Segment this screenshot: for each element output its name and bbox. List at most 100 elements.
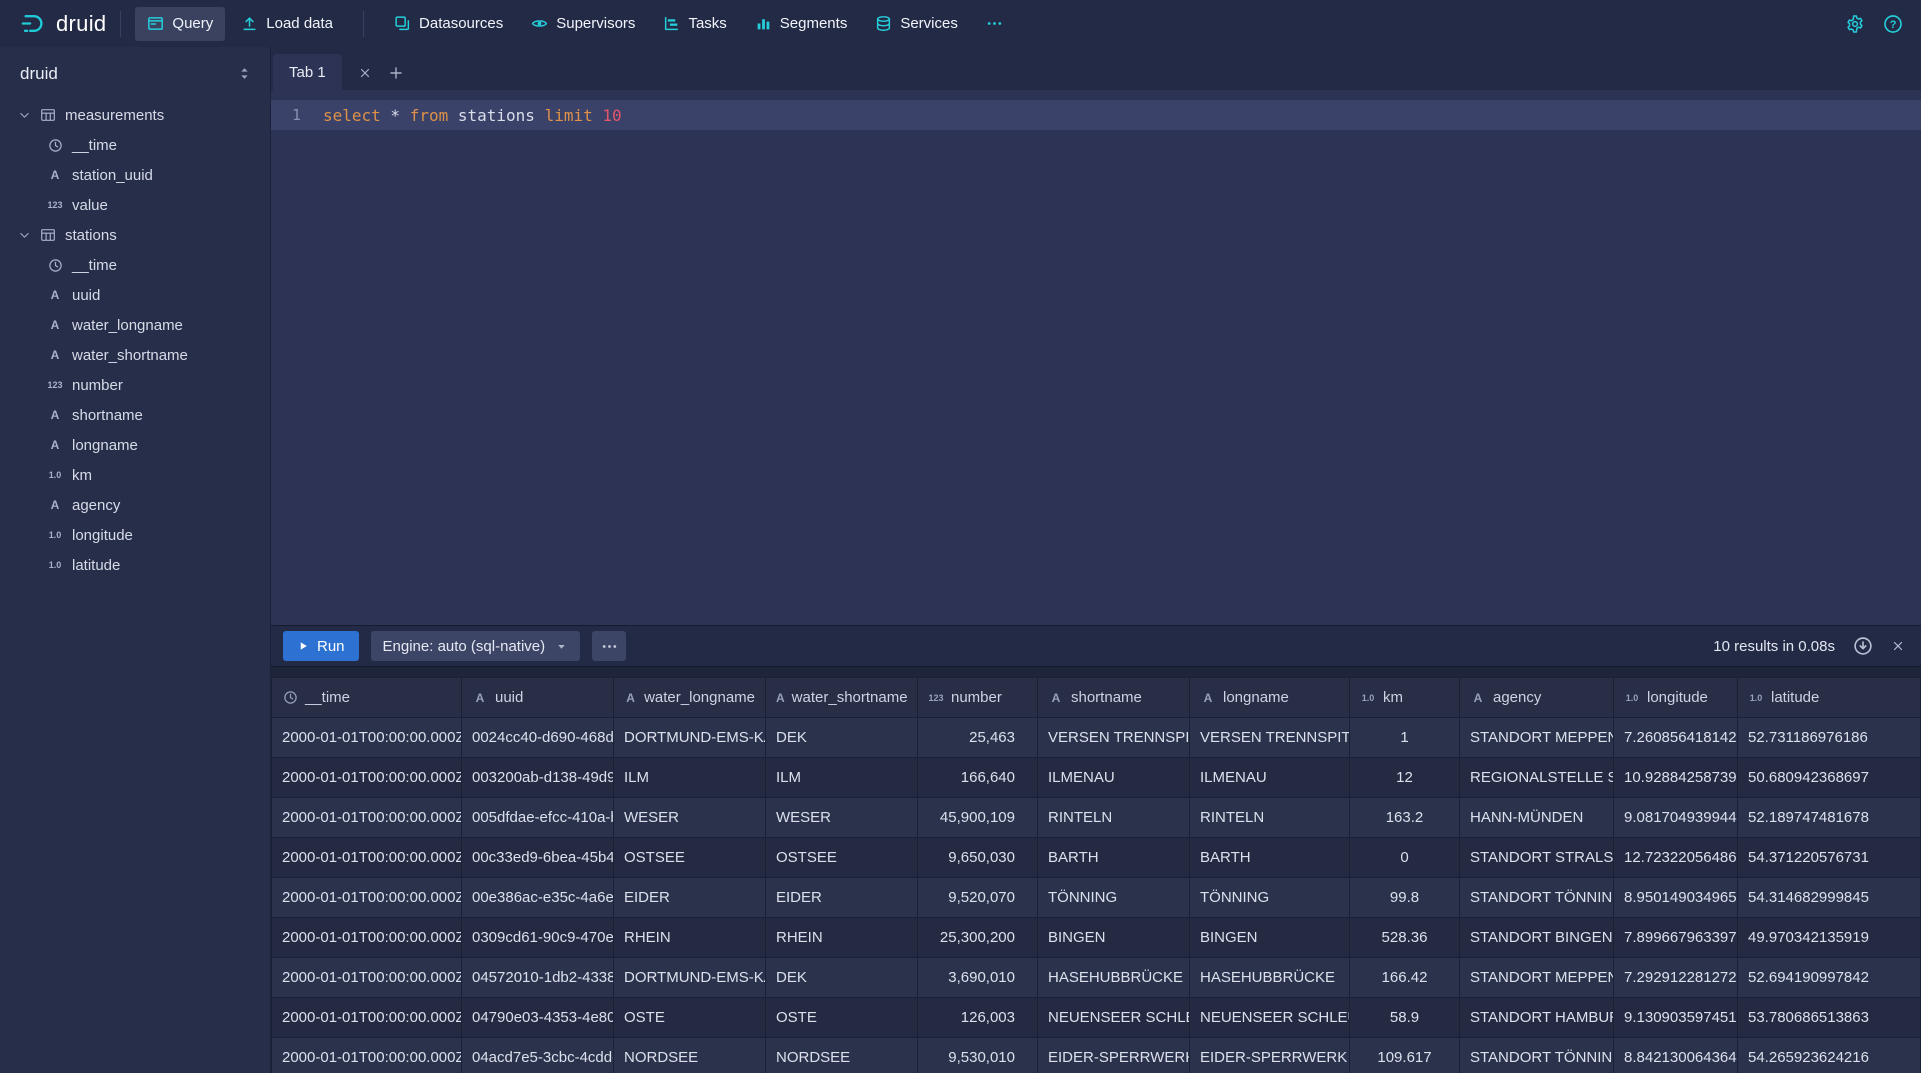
result-cell[interactable]: 10.928842587394 <box>1614 758 1738 798</box>
result-cell[interactable]: ILM <box>766 758 918 798</box>
tree-column-uuid[interactable]: Auuid <box>0 280 270 310</box>
tree-column--time[interactable]: __time <box>0 250 270 280</box>
nav-item-supervisors[interactable]: Supervisors <box>519 7 647 41</box>
sort-tables-icon[interactable] <box>237 66 252 81</box>
result-cell[interactable]: 8.8421300643646 <box>1614 1038 1738 1073</box>
result-cell[interactable]: 00e386ac-e35c-4a6e- <box>462 878 614 918</box>
result-cell[interactable]: 109.617 <box>1350 1038 1460 1073</box>
result-cell[interactable]: NEUENSEER SCHLEUSE <box>1038 998 1190 1038</box>
result-cell[interactable]: ILM <box>614 758 766 798</box>
result-cell[interactable]: RHEIN <box>766 918 918 958</box>
result-cell[interactable]: 166,640 <box>918 758 1038 798</box>
nav-item-datasources[interactable]: Datasources <box>382 7 515 41</box>
result-cell[interactable]: 12 <box>1350 758 1460 798</box>
result-cell[interactable]: 54.314682999845 <box>1738 878 1921 918</box>
result-cell[interactable]: 9,530,010 <box>918 1038 1038 1073</box>
result-cell[interactable]: 25,300,200 <box>918 918 1038 958</box>
result-cell[interactable]: HASEHUBBRÜCKE <box>1038 958 1190 998</box>
nav-item-segments[interactable]: Segments <box>743 7 860 41</box>
result-cell[interactable]: DORTMUND-EMS-KANAL <box>614 958 766 998</box>
column-header-number[interactable]: 123number <box>918 678 1038 718</box>
more-options-button[interactable] <box>592 631 626 661</box>
result-cell[interactable]: TÖNNING <box>1038 878 1190 918</box>
result-cell[interactable]: OSTE <box>766 998 918 1038</box>
result-cell[interactable]: 25,463 <box>918 718 1038 758</box>
tree-column-latitude[interactable]: 1.0latitude <box>0 550 270 580</box>
tree-column-agency[interactable]: Aagency <box>0 490 270 520</box>
result-cell[interactable]: 126,003 <box>918 998 1038 1038</box>
tree-column-longitude[interactable]: 1.0longitude <box>0 520 270 550</box>
result-cell[interactable]: 04acd7e5-3cbc-4cdd- <box>462 1038 614 1073</box>
result-cell[interactable]: 49.970342135919 <box>1738 918 1921 958</box>
column-header-longitude[interactable]: 1.0longitude <box>1614 678 1738 718</box>
result-cell[interactable]: DEK <box>766 718 918 758</box>
result-cell[interactable]: 2000-01-01T00:00:00.000Z <box>272 958 462 998</box>
tab-close-icon[interactable] <box>358 66 372 80</box>
tab-1[interactable]: Tab 1 <box>273 54 342 90</box>
result-cell[interactable]: 2000-01-01T00:00:00.000Z <box>272 798 462 838</box>
result-cell[interactable]: 8.9501490349657 <box>1614 878 1738 918</box>
tree-column-value[interactable]: 123value <box>0 190 270 220</box>
result-cell[interactable]: BARTH <box>1190 838 1350 878</box>
result-cell[interactable]: 50.680942368697 <box>1738 758 1921 798</box>
nav-item-tasks[interactable]: Tasks <box>651 7 738 41</box>
result-cell[interactable]: DORTMUND-EMS-KANAL <box>614 718 766 758</box>
result-cell[interactable]: 52.731186976186 <box>1738 718 1921 758</box>
result-cell[interactable]: RINTELN <box>1190 798 1350 838</box>
result-cell[interactable]: 04572010-1db2-4338- <box>462 958 614 998</box>
result-cell[interactable]: NORDSEE <box>614 1038 766 1073</box>
column-header-uuid[interactable]: Auuid <box>462 678 614 718</box>
result-cell[interactable]: RHEIN <box>614 918 766 958</box>
tree-column-km[interactable]: 1.0km <box>0 460 270 490</box>
result-cell[interactable]: 9.1309035974516 <box>1614 998 1738 1038</box>
result-cell[interactable]: 45,900,109 <box>918 798 1038 838</box>
result-cell[interactable]: DEK <box>766 958 918 998</box>
column-header-water-longname[interactable]: Awater_longname <box>614 678 766 718</box>
sql-editor[interactable]: 1 select * from stations limit 10 <box>271 90 1921 625</box>
result-cell[interactable]: REGIONALSTELLE SUHL <box>1460 758 1614 798</box>
nav-item-query[interactable]: Query <box>135 7 225 41</box>
column-header-agency[interactable]: Aagency <box>1460 678 1614 718</box>
column-header-km[interactable]: 1.0km <box>1350 678 1460 718</box>
download-results-icon[interactable] <box>1853 636 1873 656</box>
result-cell[interactable]: 2000-01-01T00:00:00.000Z <box>272 998 462 1038</box>
result-cell[interactable]: OSTSEE <box>614 838 766 878</box>
settings-gear-icon[interactable] <box>1845 14 1865 34</box>
help-icon[interactable]: ? <box>1883 14 1903 34</box>
result-cell[interactable]: 9,650,030 <box>918 838 1038 878</box>
result-cell[interactable]: BINGEN <box>1038 918 1190 958</box>
result-cell[interactable]: STANDORT STRALSUND <box>1460 838 1614 878</box>
result-cell[interactable]: 1 <box>1350 718 1460 758</box>
result-cell[interactable]: 12.723220564867 <box>1614 838 1738 878</box>
result-cell[interactable]: EIDER <box>766 878 918 918</box>
result-cell[interactable]: EIDER <box>614 878 766 918</box>
result-cell[interactable]: VERSEN TRENNSPITZE <box>1190 718 1350 758</box>
result-cell[interactable]: ILMENAU <box>1190 758 1350 798</box>
result-cell[interactable]: 2000-01-01T00:00:00.000Z <box>272 838 462 878</box>
result-cell[interactable]: BINGEN <box>1190 918 1350 958</box>
result-cell[interactable]: 0024cc40-d690-468d- <box>462 718 614 758</box>
tree-column-longname[interactable]: Alongname <box>0 430 270 460</box>
result-cell[interactable]: STANDORT HAMBURG <box>1460 998 1614 1038</box>
result-cell[interactable]: 00c33ed9-6bea-45b4- <box>462 838 614 878</box>
result-cell[interactable]: 163.2 <box>1350 798 1460 838</box>
column-header-water-shortname[interactable]: Awater_shortname <box>766 678 918 718</box>
result-cell[interactable]: 04790e03-4353-4e80- <box>462 998 614 1038</box>
result-cell[interactable]: 54.371220576731 <box>1738 838 1921 878</box>
engine-select-button[interactable]: Engine: auto (sql-native) <box>371 631 581 661</box>
result-cell[interactable]: 0309cd61-90c9-470e- <box>462 918 614 958</box>
result-cell[interactable]: 166.42 <box>1350 958 1460 998</box>
result-cell[interactable]: 9,520,070 <box>918 878 1038 918</box>
tree-column--time[interactable]: __time <box>0 130 270 160</box>
result-cell[interactable]: RINTELN <box>1038 798 1190 838</box>
result-cell[interactable]: 7.8996679633974 <box>1614 918 1738 958</box>
result-cell[interactable]: STANDORT BINGEN <box>1460 918 1614 958</box>
nav-item-more[interactable] <box>974 7 1015 41</box>
result-cell[interactable]: WESER <box>766 798 918 838</box>
tree-column-water-shortname[interactable]: Awater_shortname <box>0 340 270 370</box>
result-cell[interactable]: 58.9 <box>1350 998 1460 1038</box>
column-header-latitude[interactable]: 1.0latitude <box>1738 678 1921 718</box>
result-cell[interactable]: OSTE <box>614 998 766 1038</box>
result-cell[interactable]: 2000-01-01T00:00:00.000Z <box>272 918 462 958</box>
result-cell[interactable]: OSTSEE <box>766 838 918 878</box>
